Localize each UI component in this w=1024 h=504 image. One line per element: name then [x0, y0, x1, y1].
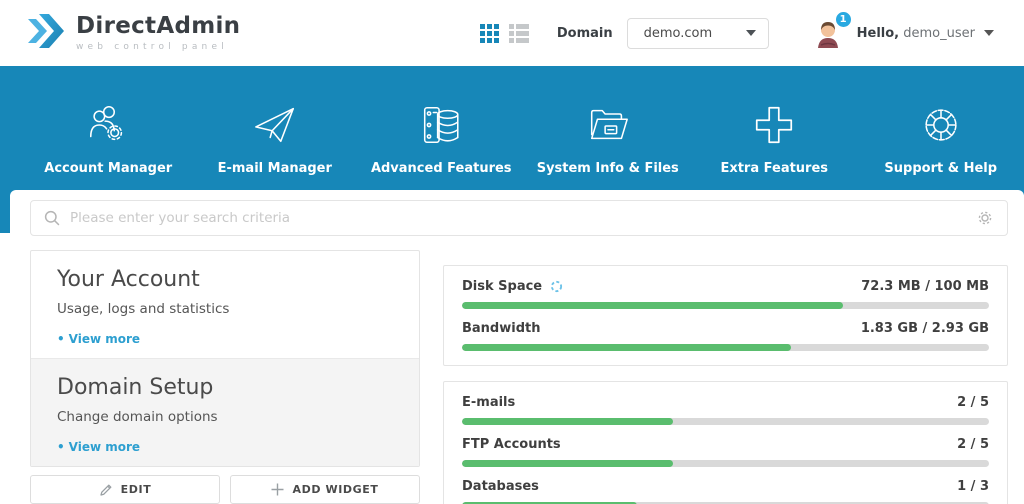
databases-value: 1 / 3 [957, 479, 989, 494]
disk-space-progress [462, 302, 844, 309]
plus-icon [271, 483, 284, 496]
search-input[interactable] [70, 210, 977, 226]
view-more-label: View more [68, 332, 141, 346]
disk-space-row: Disk Space 72.3 MB / 100 MB [462, 279, 989, 309]
bandwidth-row: Bandwidth 1.83 GB / 2.93 GB [462, 321, 989, 351]
directadmin-logo[interactable]: DirectAdmin web control panel [28, 13, 240, 53]
search-bar [30, 200, 1008, 236]
domain-dropdown[interactable]: demo.com [626, 17, 769, 49]
grid-view-icon[interactable] [479, 23, 499, 43]
progress-track [462, 344, 989, 351]
progress-track [462, 460, 989, 467]
widget-card: Your Account Usage, logs and statistics … [30, 250, 420, 467]
widget-domain-setup[interactable]: Domain Setup Change domain options • View… [31, 358, 419, 466]
bullet-icon: • [57, 440, 65, 454]
paper-plane-icon [254, 107, 294, 143]
emails-row: E-mails 2 / 5 [462, 395, 989, 425]
chevron-down-icon [745, 30, 756, 36]
widget-subtitle: Usage, logs and statistics [57, 301, 230, 317]
view-more-link[interactable]: • View more [57, 332, 393, 346]
logo-title: DirectAdmin [76, 12, 241, 39]
edit-button[interactable]: EDIT [30, 475, 220, 504]
refresh-spinner-icon[interactable] [550, 280, 563, 293]
progress-track [462, 418, 989, 425]
ftp-accounts-row: FTP Accounts 2 / 5 [462, 437, 989, 467]
emails-progress [462, 418, 673, 425]
user-chevron-down-icon [984, 30, 994, 36]
users-gear-icon [90, 106, 123, 141]
logo-subtitle: web control panel [76, 41, 228, 52]
disk-space-value: 72.3 MB / 100 MB [861, 279, 989, 294]
nav-label: Support & Help [884, 161, 998, 176]
bandwidth-label: Bandwidth [462, 321, 541, 336]
disk-space-label: Disk Space [462, 279, 543, 294]
nav-label: System Info & Files [536, 161, 679, 176]
nav-label: E-mail Manager [217, 161, 332, 176]
storage-usage-card: Disk Space 72.3 MB / 100 MB Bandwidth 1.… [443, 265, 1008, 366]
pencil-icon [100, 484, 112, 496]
nav-label: Advanced Features [370, 161, 512, 176]
user-greeting: Hello, demo_user [857, 26, 975, 41]
plus-icon [756, 106, 793, 144]
progress-track [462, 302, 989, 309]
ftp-accounts-progress [462, 460, 673, 467]
lifebuoy-icon [925, 109, 957, 141]
logo-chevrons-icon [28, 13, 66, 53]
nav-label: Extra Features [720, 161, 829, 176]
folder-icon [590, 109, 628, 140]
widgets-column: Your Account Usage, logs and statistics … [30, 250, 420, 504]
bullet-icon: • [57, 332, 65, 346]
emails-value: 2 / 5 [957, 395, 989, 410]
ftp-accounts-label: FTP Accounts [462, 437, 561, 452]
username: demo_user [903, 25, 975, 41]
list-view-icon[interactable] [508, 23, 529, 43]
widget-title: Domain Setup [57, 375, 214, 400]
ftp-accounts-value: 2 / 5 [957, 437, 989, 452]
server-database-icon [424, 106, 459, 144]
notification-badge[interactable]: 1 [833, 10, 853, 29]
widget-title: Your Account [57, 267, 200, 292]
databases-label: Databases [462, 479, 539, 494]
view-more-label: View more [68, 440, 141, 454]
usage-column: Disk Space 72.3 MB / 100 MB Bandwidth 1.… [443, 265, 1008, 504]
top-header: DirectAdmin web control panel Domain dem… [0, 0, 1024, 66]
stat-label-wrap: Disk Space [462, 279, 563, 294]
domain-dropdown-value: demo.com [643, 25, 713, 41]
widget-subtitle: Change domain options [57, 409, 218, 425]
accounts-usage-card: E-mails 2 / 5 FTP Accounts 2 / 5 Databas… [443, 381, 1008, 504]
edit-button-label: EDIT [120, 483, 152, 496]
widget-your-account[interactable]: Your Account Usage, logs and statistics … [31, 251, 419, 358]
bandwidth-value: 1.83 GB / 2.93 GB [860, 321, 989, 336]
domain-label: Domain [556, 25, 613, 41]
nav-label: Account Manager [44, 161, 173, 176]
user-menu[interactable]: 1 Hello, demo_user [813, 10, 994, 48]
search-settings-gear-icon[interactable] [977, 210, 993, 226]
add-widget-button[interactable]: ADD WIDGET [230, 475, 420, 504]
bandwidth-progress [462, 344, 792, 351]
databases-row: Databases 1 / 3 [462, 479, 989, 504]
view-more-link[interactable]: • View more [57, 440, 393, 454]
main-content-panel: Your Account Usage, logs and statistics … [10, 190, 1024, 504]
emails-label: E-mails [462, 395, 516, 410]
greeting-bold: Hello, [856, 25, 900, 41]
search-icon [44, 210, 60, 226]
add-widget-button-label: ADD WIDGET [292, 483, 379, 496]
